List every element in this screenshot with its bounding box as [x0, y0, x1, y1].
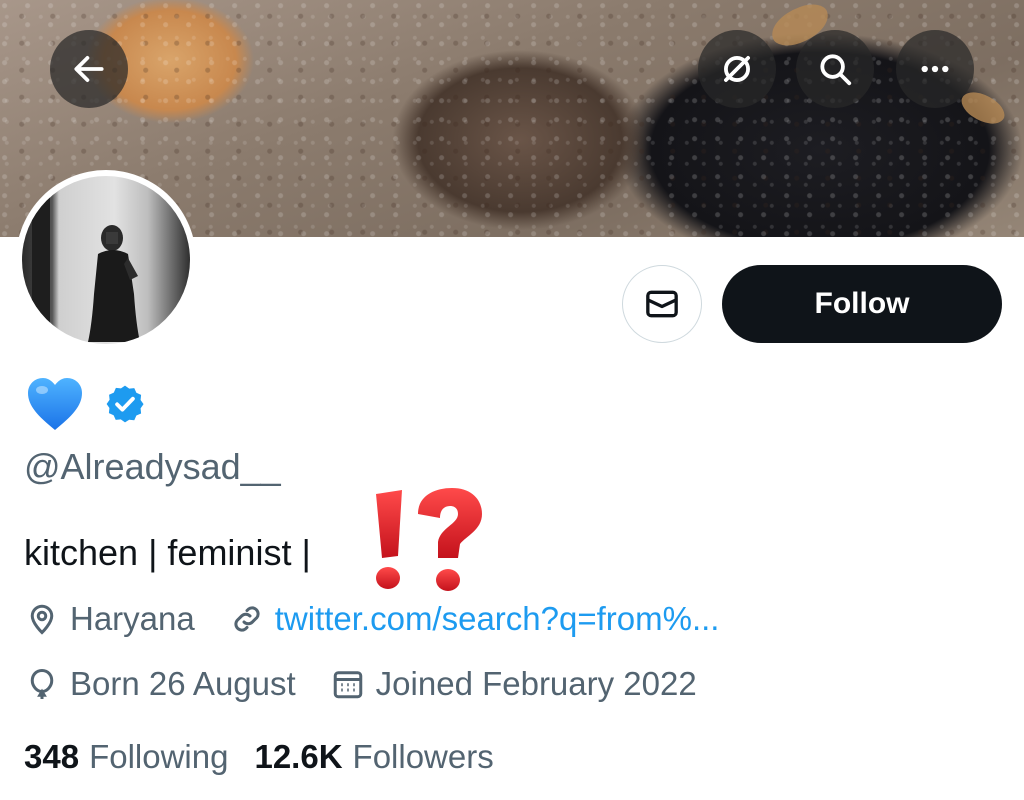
website[interactable]: twitter.com/search?q=from%... [229, 600, 720, 638]
following-count: 348 [24, 738, 80, 775]
avatar-photo [22, 176, 190, 344]
more-button[interactable] [896, 30, 974, 108]
calendar-icon [333, 671, 362, 699]
display-name [26, 376, 146, 432]
back-button[interactable] [50, 30, 128, 108]
following-stat[interactable]: 348 Following [24, 738, 228, 776]
more-horizontal-icon [921, 65, 949, 73]
follow-stats: 348 Following 12.6K Followers [24, 738, 494, 776]
profile-meta-dates-row: Born 26 August Joined February 2022 [24, 665, 697, 703]
avatar-person-silhouette [88, 225, 140, 342]
translate-button[interactable] [698, 30, 776, 108]
avatar[interactable] [16, 170, 196, 350]
location: Haryana [24, 600, 195, 638]
no-symbol-icon [724, 56, 750, 82]
birthday: Born 26 August [24, 665, 296, 703]
search-icon [820, 54, 852, 86]
verified-badge-icon[interactable] [104, 383, 146, 425]
balloon-icon [30, 668, 54, 699]
followers-stat[interactable]: 12.6K Followers [254, 738, 493, 776]
link-icon [234, 606, 260, 632]
join-date: Joined February 2022 [330, 665, 697, 703]
following-label: Following [89, 738, 229, 775]
location-pin-icon [30, 604, 54, 635]
born-text: Born 26 August [70, 665, 296, 702]
location-text: Haryana [70, 600, 195, 637]
followers-label: Followers [352, 738, 494, 775]
interrobang-icon [376, 488, 482, 591]
profile-handle: @Alreadysad__ [24, 446, 281, 487]
profile-meta-location-row: Haryana twitter.com/search?q=from%... [24, 600, 719, 638]
follow-button[interactable]: Follow [722, 265, 1002, 343]
message-button[interactable] [622, 265, 702, 343]
arrow-left-icon [74, 56, 104, 82]
website-link[interactable]: twitter.com/search?q=from%... [275, 600, 720, 638]
search-button[interactable] [796, 30, 874, 108]
profile-bio: kitchen | feminist | [24, 532, 311, 573]
blue-heart-icon [26, 376, 84, 432]
followers-count: 12.6K [254, 738, 343, 775]
envelope-icon [646, 290, 678, 318]
joined-text: Joined February 2022 [375, 665, 697, 702]
avatar-door [32, 176, 50, 344]
